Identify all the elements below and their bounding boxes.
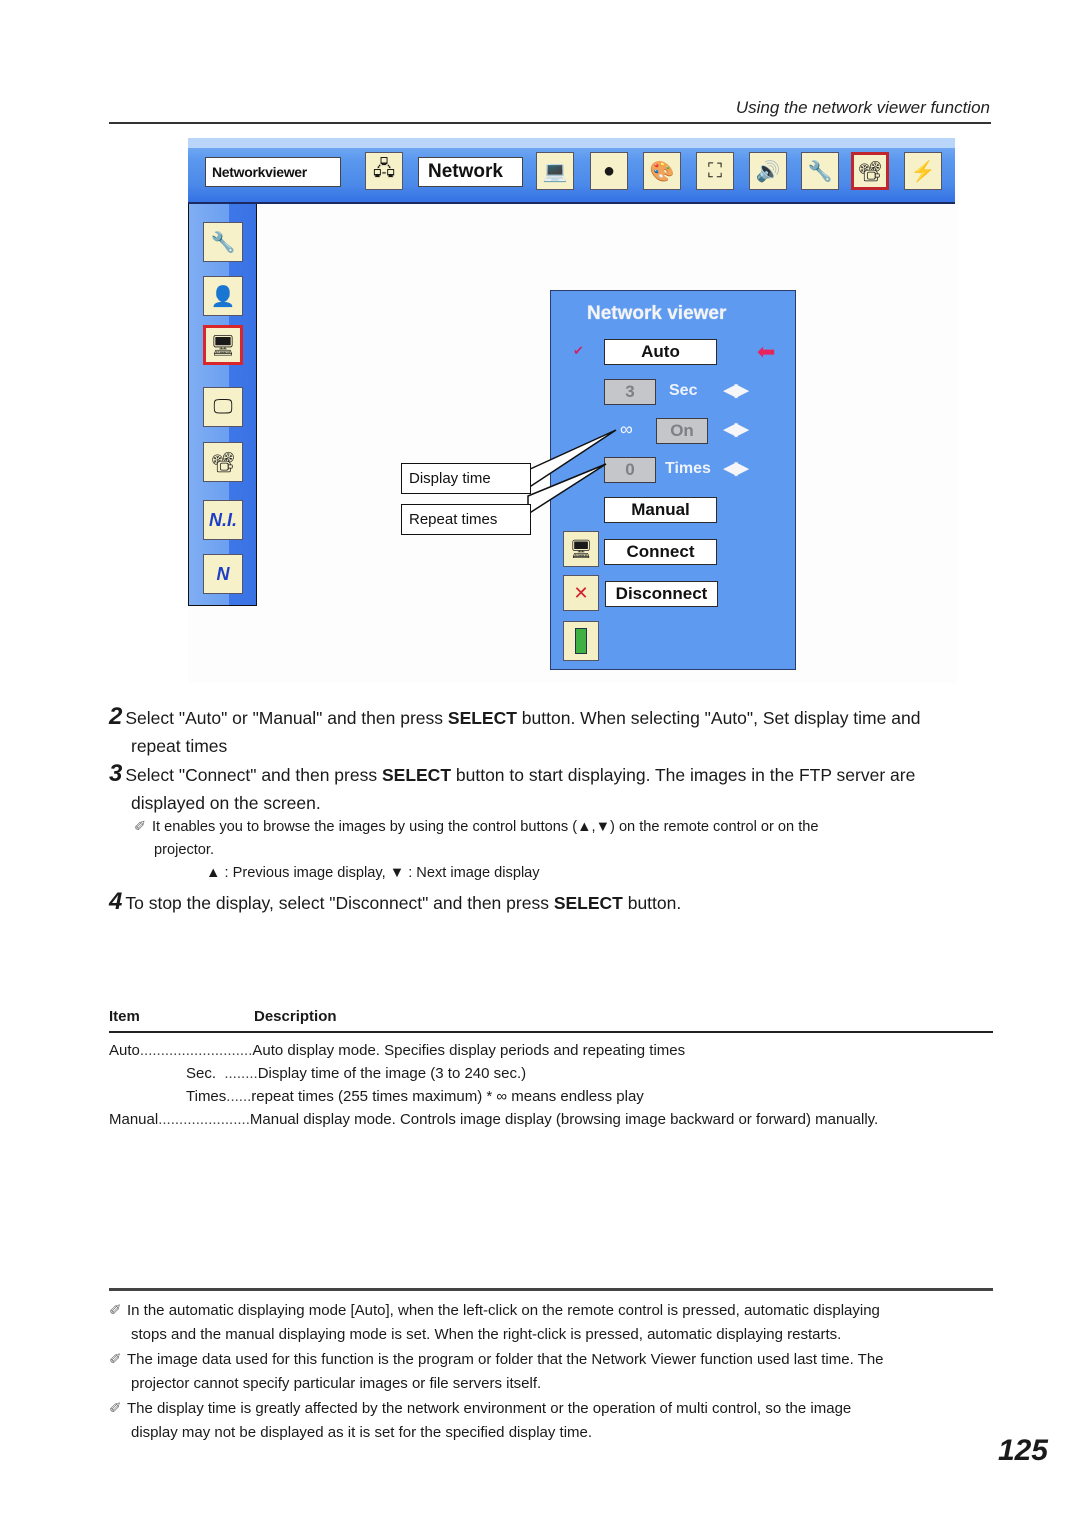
footnote-line: projector cannot specify particular imag… bbox=[131, 1374, 542, 1392]
footnote-line: In the automatic displaying mode [Auto],… bbox=[127, 1302, 880, 1319]
step-text: button. bbox=[622, 893, 682, 913]
step-2: 2 Select "Auto" or "Manual" and then pres… bbox=[109, 703, 993, 760]
table-header-description: Description bbox=[254, 1008, 337, 1025]
footnote-1: ✐ In the automatic displaying mode [Auto]… bbox=[109, 1299, 994, 1346]
step-3: 3 Select "Connect" and then press SELECT … bbox=[109, 760, 993, 817]
step-4: 4 To stop the display, select "Disconnect… bbox=[109, 888, 993, 917]
row-item: Sec. bbox=[186, 1065, 217, 1082]
step-text-cont: repeat times bbox=[131, 736, 228, 756]
table-row: Manual......................Manual displ… bbox=[109, 1111, 878, 1128]
step-number: 4 bbox=[109, 888, 123, 915]
row-item: Auto bbox=[109, 1042, 140, 1059]
select-keyword: SELECT bbox=[447, 708, 517, 728]
table-header-item: Item bbox=[109, 1008, 140, 1025]
pencil-icon: ✐ bbox=[109, 1351, 122, 1368]
footnote-line: display may not be displayed as it is se… bbox=[131, 1423, 593, 1441]
pencil-icon: ✐ bbox=[109, 1302, 122, 1319]
browse-note-line3: ▲ : Previous image display, ▼ : Next ima… bbox=[206, 865, 540, 881]
footnote-line: stops and the manual displaying mode is … bbox=[131, 1325, 842, 1343]
browse-note: ✐ It enables you to browse the images by … bbox=[134, 816, 819, 885]
row-description: Manual display mode. Controls image disp… bbox=[249, 1111, 879, 1128]
table-rule bbox=[109, 1031, 993, 1033]
page-number: 125 bbox=[997, 1434, 1048, 1467]
leader-dots: ........................... bbox=[139, 1042, 253, 1059]
repeat-times-callout: Repeat times bbox=[401, 504, 531, 535]
row-description: repeat times (255 times maximum) * ∞ mea… bbox=[251, 1088, 644, 1105]
footnote-3: ✐ The display time is greatly affected by… bbox=[109, 1397, 994, 1444]
leader-dots: ...... bbox=[226, 1088, 252, 1105]
row-item: Manual bbox=[109, 1111, 159, 1128]
browse-note-line2: projector. bbox=[154, 842, 215, 858]
step-text: To stop the display, select "Disconnect"… bbox=[125, 893, 554, 913]
table-row: Auto...........................Auto disp… bbox=[109, 1042, 685, 1059]
leader-dots: ........ bbox=[216, 1065, 258, 1082]
row-item: Times bbox=[186, 1088, 227, 1105]
step-number: 2 bbox=[109, 703, 123, 730]
header-rule bbox=[109, 122, 991, 124]
footnote-line: The display time is greatly affected by … bbox=[127, 1400, 852, 1417]
browse-note-line1: It enables you to browse the images by u… bbox=[152, 819, 819, 835]
step-text: button. When selecting "Auto", Set displ… bbox=[516, 708, 921, 728]
display-time-callout: Display time bbox=[401, 463, 531, 494]
step-text-cont: displayed on the screen. bbox=[131, 793, 321, 813]
row-description: Display time of the image (3 to 240 sec.… bbox=[257, 1065, 527, 1082]
step-text: Select "Auto" or "Manual" and then press bbox=[125, 708, 448, 728]
table-row: Times......repeat times (255 times maxim… bbox=[186, 1088, 644, 1105]
pencil-icon: ✐ bbox=[134, 819, 147, 835]
pencil-icon: ✐ bbox=[109, 1400, 122, 1417]
table-row: Sec. ........Display time of the image (… bbox=[186, 1065, 526, 1082]
footnote-2: ✐ The image data used for this function i… bbox=[109, 1348, 994, 1395]
callout-leaders bbox=[527, 429, 617, 516]
select-keyword: SELECT bbox=[381, 765, 452, 785]
osd-screenshot: Networkviewer 🖧 Network 💻 ● 🎨 ⛶ 🔊 🔧 📽 ⚡ … bbox=[188, 138, 958, 683]
row-description: Auto display mode. Specifies display per… bbox=[252, 1042, 686, 1059]
running-header: Using the network viewer function bbox=[735, 98, 990, 117]
footnote-line: The image data used for this function is… bbox=[127, 1351, 884, 1368]
step-text: Select "Connect" and then press bbox=[125, 765, 382, 785]
leader-dots: ...................... bbox=[158, 1111, 250, 1128]
step-text: button to start displaying. The images i… bbox=[451, 765, 916, 785]
step-number: 3 bbox=[109, 760, 123, 787]
footnote-rule bbox=[109, 1288, 993, 1291]
select-keyword: SELECT bbox=[553, 893, 623, 913]
